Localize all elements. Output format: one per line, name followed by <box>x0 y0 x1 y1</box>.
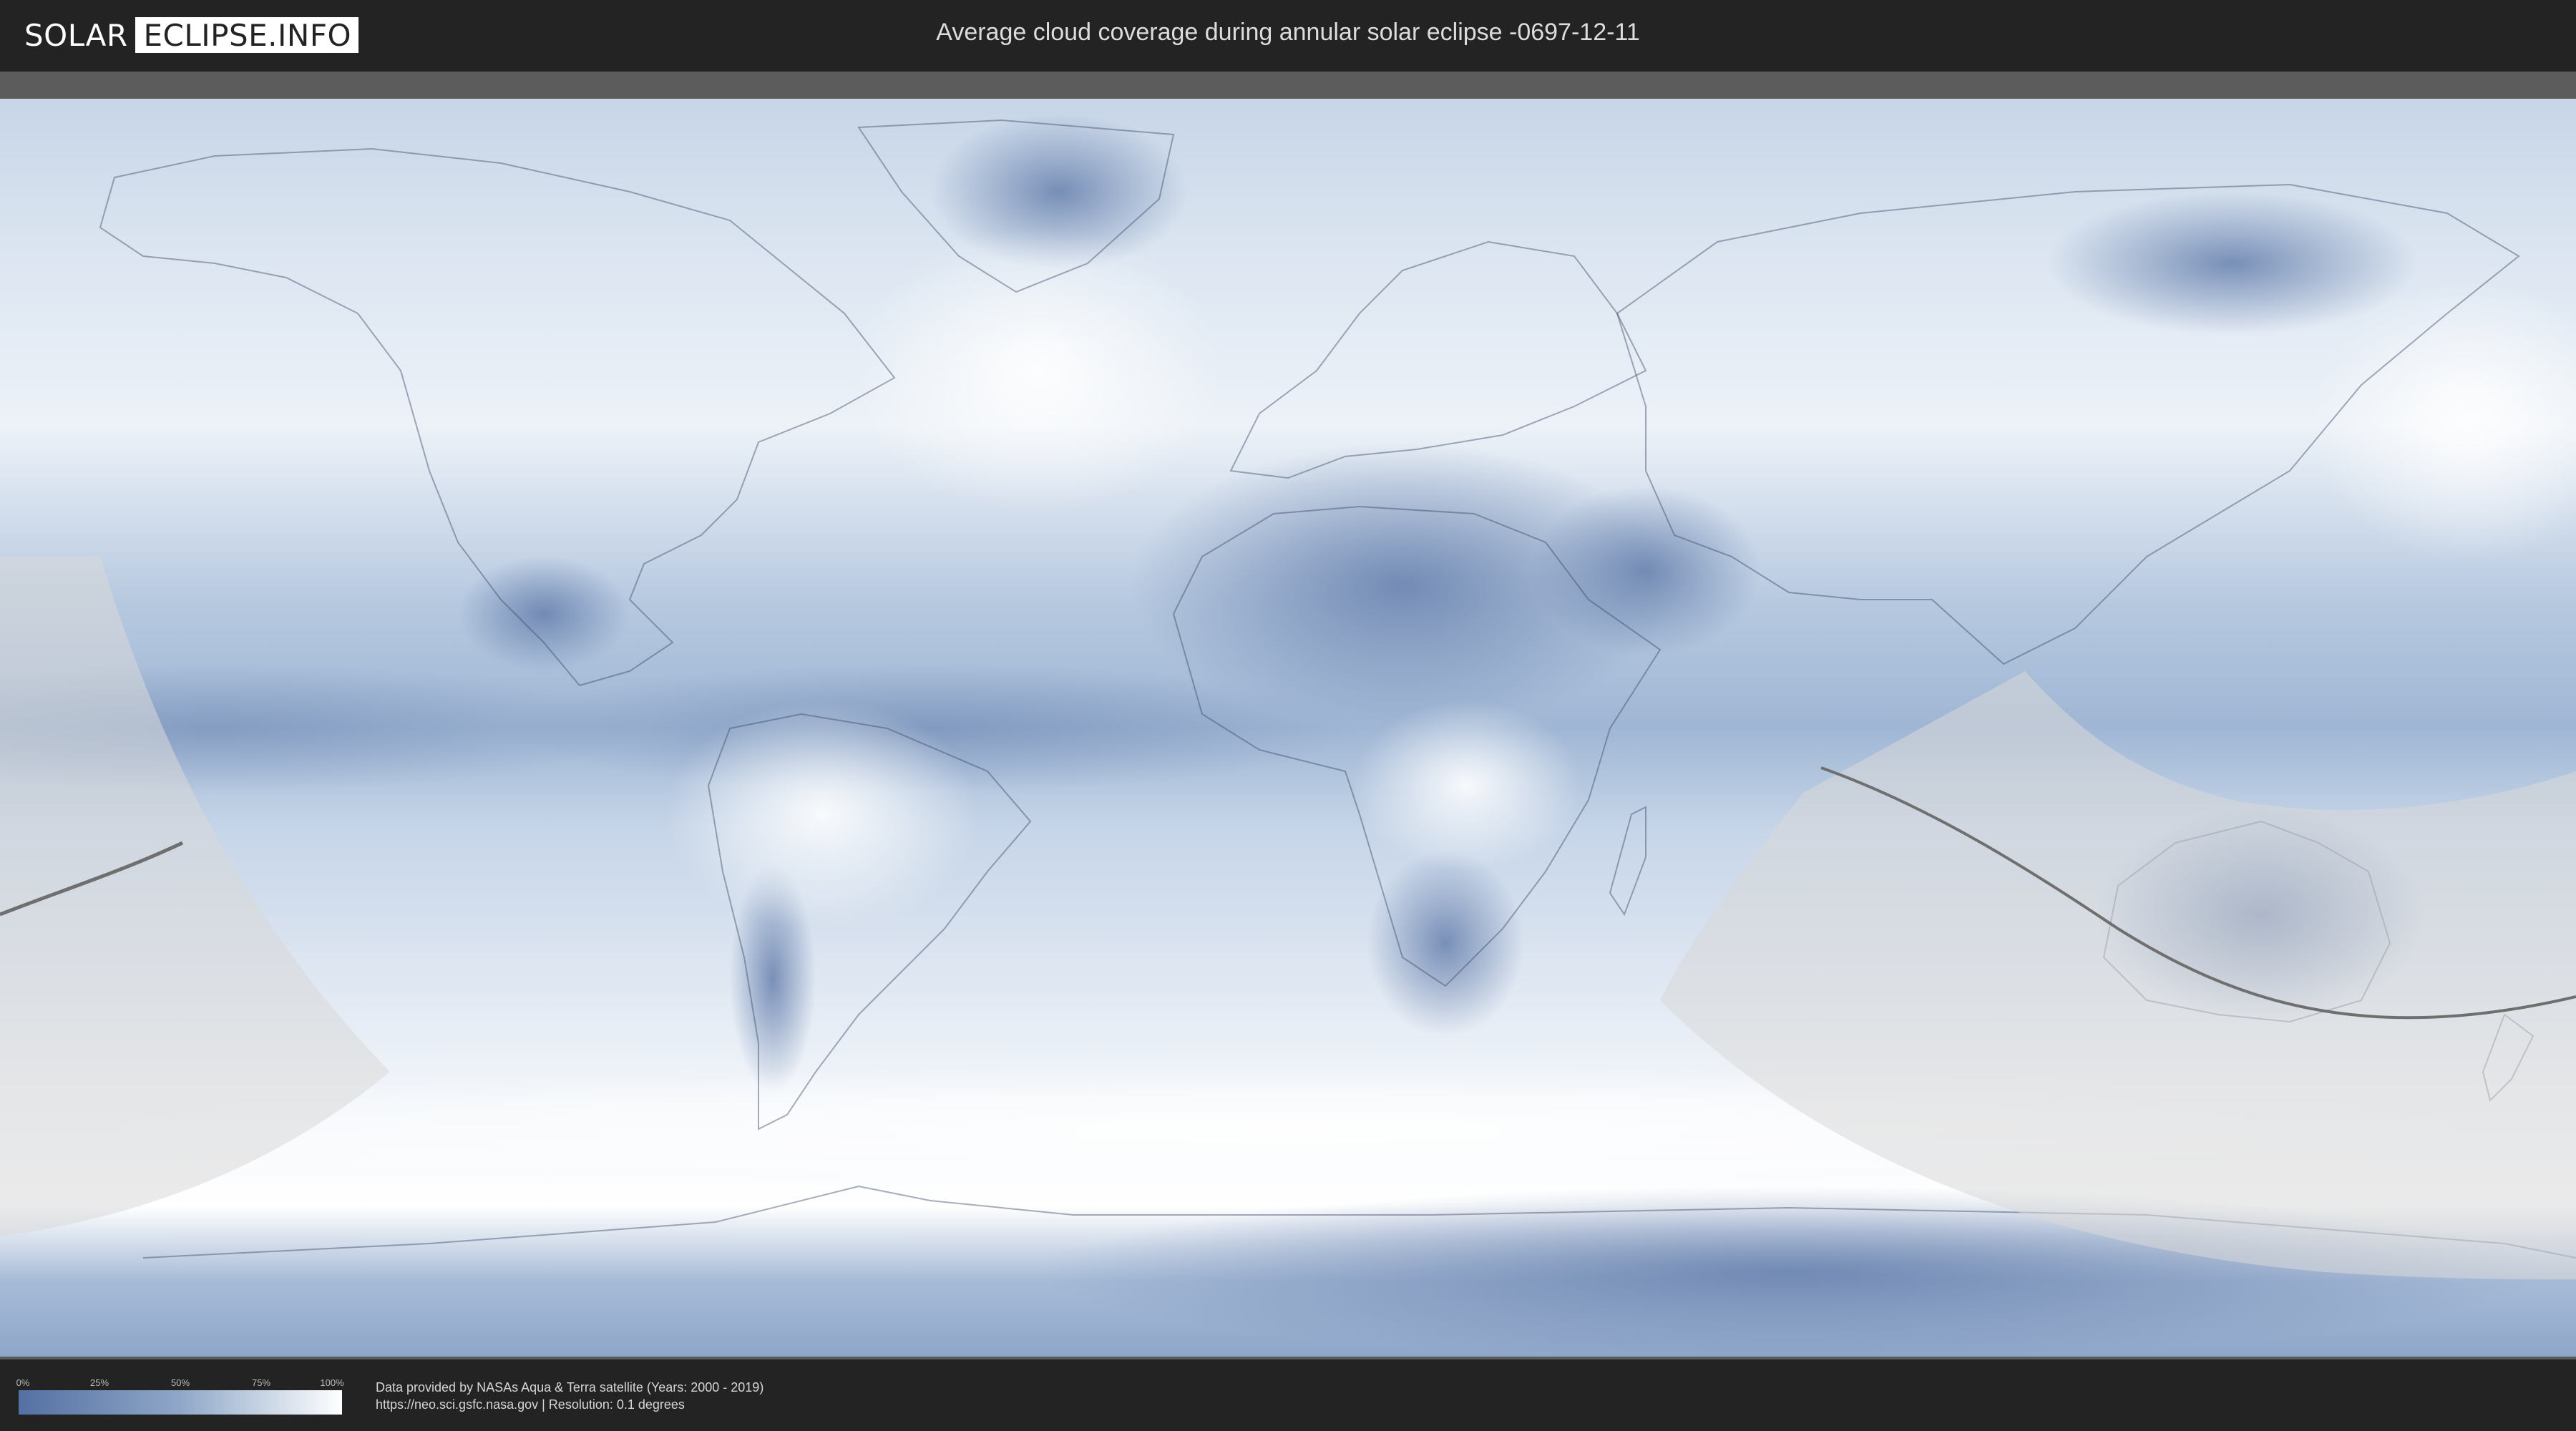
legend-tick-75: 75% <box>251 1377 271 1388</box>
central-africa-cloud-zone <box>1352 700 1581 871</box>
legend-tick-25: 25% <box>89 1377 109 1388</box>
cloud-coverage-legend: 0% 25% 50% 75% 100% <box>16 1377 344 1415</box>
legend-tick-100: 100% <box>320 1377 344 1388</box>
credits-line-source: Data provided by NASAs Aqua & Terra sate… <box>376 1380 764 1395</box>
page-title: Average cloud coverage during annular so… <box>936 19 1640 46</box>
data-credits: Data provided by NASAs Aqua & Terra sate… <box>376 1379 763 1413</box>
siberia-dry-zone <box>2046 192 2419 335</box>
legend-tick-50: 50% <box>170 1377 190 1388</box>
legend-color-bar <box>19 1390 342 1415</box>
mexico-dry-zone <box>458 557 630 671</box>
southern-africa-dry-zone <box>1367 850 1524 1036</box>
header-bar: SOLAR ECLIPSE.INFO Average cloud coverag… <box>0 0 2576 72</box>
world-cloud-map <box>0 99 2576 1357</box>
arabia-dry-zone <box>1531 485 1760 657</box>
north-atlantic-cloud-zone <box>852 228 1224 514</box>
legend-tick-0: 0% <box>16 1377 30 1388</box>
credits-line-url[interactable]: https://neo.sci.gsfc.nasa.gov | Resoluti… <box>376 1396 763 1413</box>
legend-tick-labels: 0% 25% 50% 75% 100% <box>16 1377 344 1390</box>
